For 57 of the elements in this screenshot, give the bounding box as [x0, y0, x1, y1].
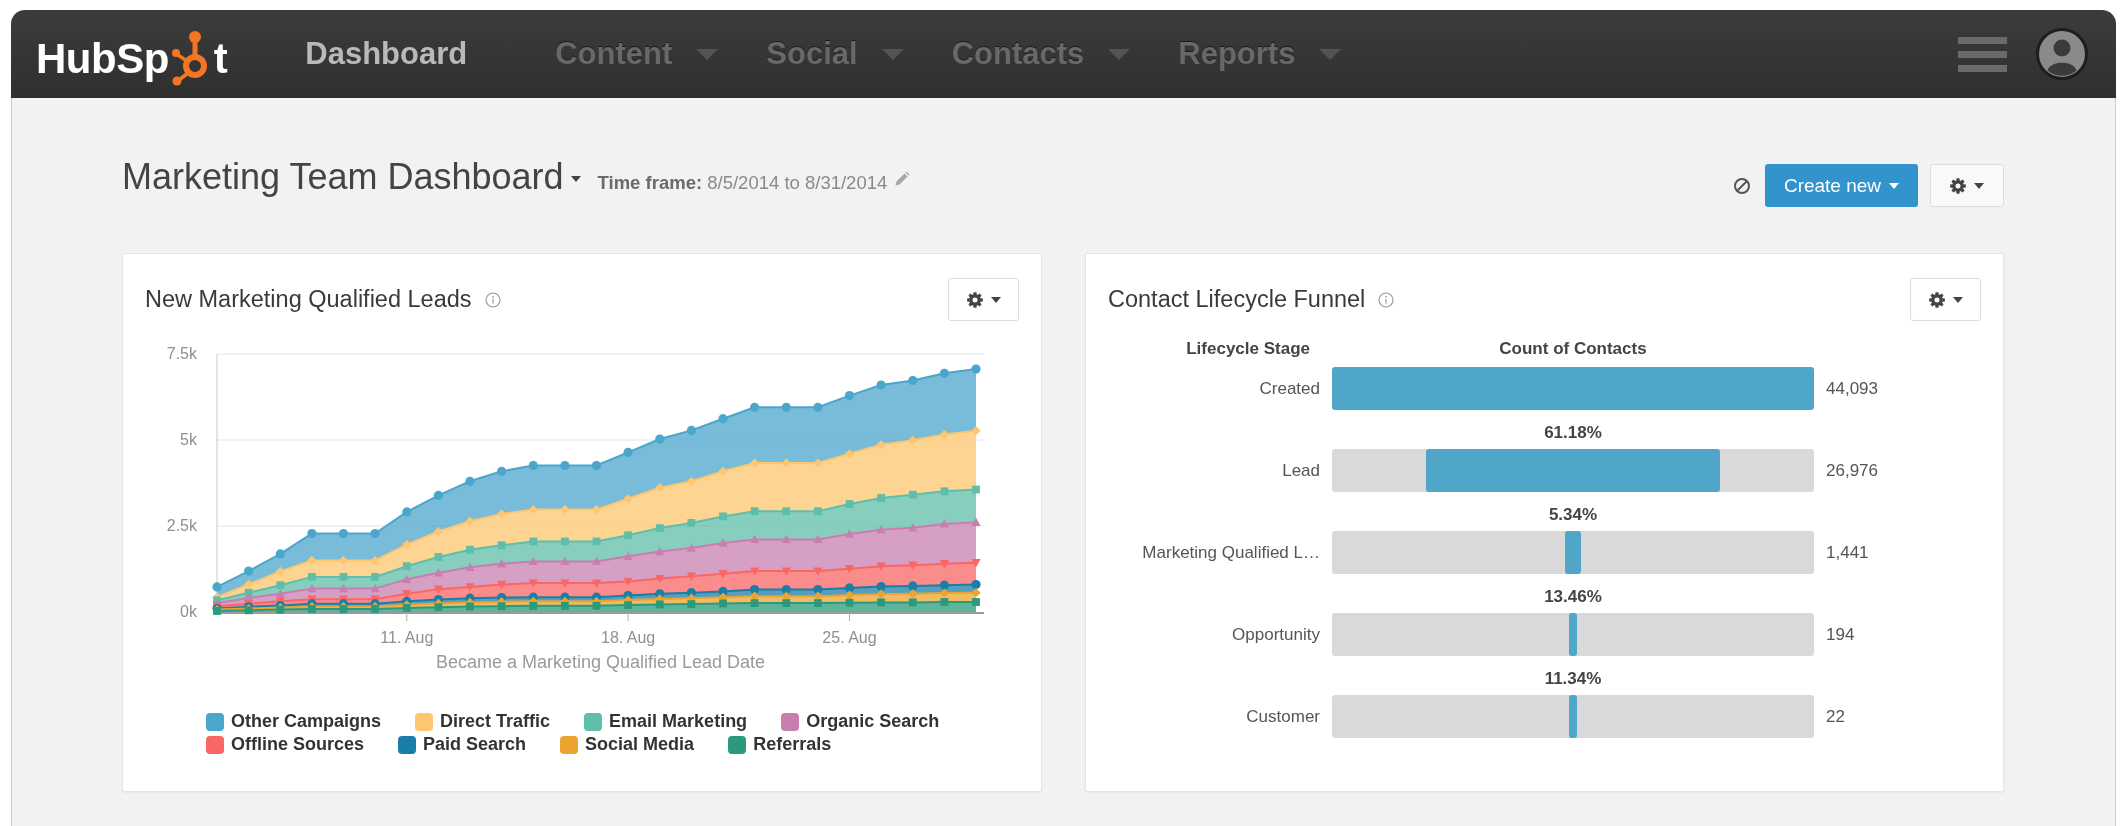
conversion-rate: 11.34% [1544, 669, 1602, 688]
contact-count: 1,441 [1826, 542, 1869, 563]
contact-count: 194 [1826, 624, 1855, 645]
caret-icon [990, 296, 1001, 303]
y-axis-label: 0k [180, 603, 197, 620]
column-header: Count of Contacts [1499, 339, 1647, 358]
x-axis-label: 25. Aug [822, 629, 877, 646]
conversion-rate: 61.18% [1544, 423, 1602, 442]
info-icon[interactable] [484, 291, 501, 308]
settings-dropdown-button[interactable] [948, 278, 1019, 321]
funnel-bar [1569, 613, 1577, 656]
card-title: Contact Lifecycle Funnel [1108, 286, 1366, 313]
settings-icon [1928, 291, 1945, 308]
stage-label: Customer [1246, 706, 1320, 726]
conversion-rate: 13.46% [1544, 587, 1602, 606]
x-axis-label: 11. Aug [380, 629, 434, 646]
legend-item[interactable]: Other Campaigns [206, 710, 382, 733]
settings-icon [1950, 177, 1966, 194]
avatar-icon[interactable] [2036, 28, 2088, 80]
y-axis-label: 2.5k [166, 517, 197, 534]
settings-dropdown-button[interactable] [1910, 278, 1981, 321]
legend-item[interactable]: Referrals [728, 733, 832, 756]
stage-label: Marketing Qualified L… [1142, 542, 1320, 562]
legend-item[interactable]: Email Marketing [584, 710, 748, 733]
stage-label: Lead [1282, 460, 1320, 480]
conversion-rate: 5.34% [1548, 505, 1598, 524]
legend-item[interactable]: Organic Search [781, 710, 940, 733]
caret-icon [570, 176, 581, 182]
nav-link[interactable]: Dashboard [305, 34, 508, 74]
caret-icon [1974, 182, 1984, 189]
contact-count: 44,093 [1826, 378, 1878, 399]
legend-item[interactable]: Offline Sources [206, 733, 365, 756]
funnel-bar [1569, 695, 1577, 738]
x-axis-label: 18. Aug [601, 629, 656, 646]
logo-text: t [213, 36, 228, 82]
dashboard-title-dropdown[interactable]: Marketing Team Dashboard [122, 157, 581, 197]
logo-text: HubSp [36, 36, 169, 82]
contact-count: 26,976 [1826, 460, 1878, 481]
column-header: Lifecycle Stage [1186, 339, 1310, 358]
settings-icon [966, 291, 983, 308]
stage-label: Created [1259, 378, 1320, 398]
funnel-bar [1565, 531, 1581, 574]
card-title: New Marketing Qualified Leads [145, 286, 472, 313]
contact-count: 22 [1826, 706, 1845, 727]
time-frame-text: Time frame: 8/5/2014 to 8/31/2014 [597, 172, 888, 194]
settings-dropdown-button[interactable] [1930, 164, 2004, 207]
y-axis-label: 5k [180, 431, 197, 448]
y-axis-label: 7.5k [166, 345, 197, 362]
caret-icon [1952, 296, 1963, 303]
legend-item[interactable]: Social Media [560, 733, 695, 756]
info-icon[interactable] [1378, 291, 1395, 308]
x-axis-title: Became a Marketing Qualified Lead Date [435, 652, 766, 672]
legend-item[interactable]: Direct Traffic [415, 710, 551, 733]
ban-icon[interactable] [1733, 176, 1751, 195]
legend-item[interactable]: Paid Search [398, 733, 527, 756]
caret-icon [1889, 182, 1900, 189]
stage-label: Opportunity [1232, 624, 1320, 644]
